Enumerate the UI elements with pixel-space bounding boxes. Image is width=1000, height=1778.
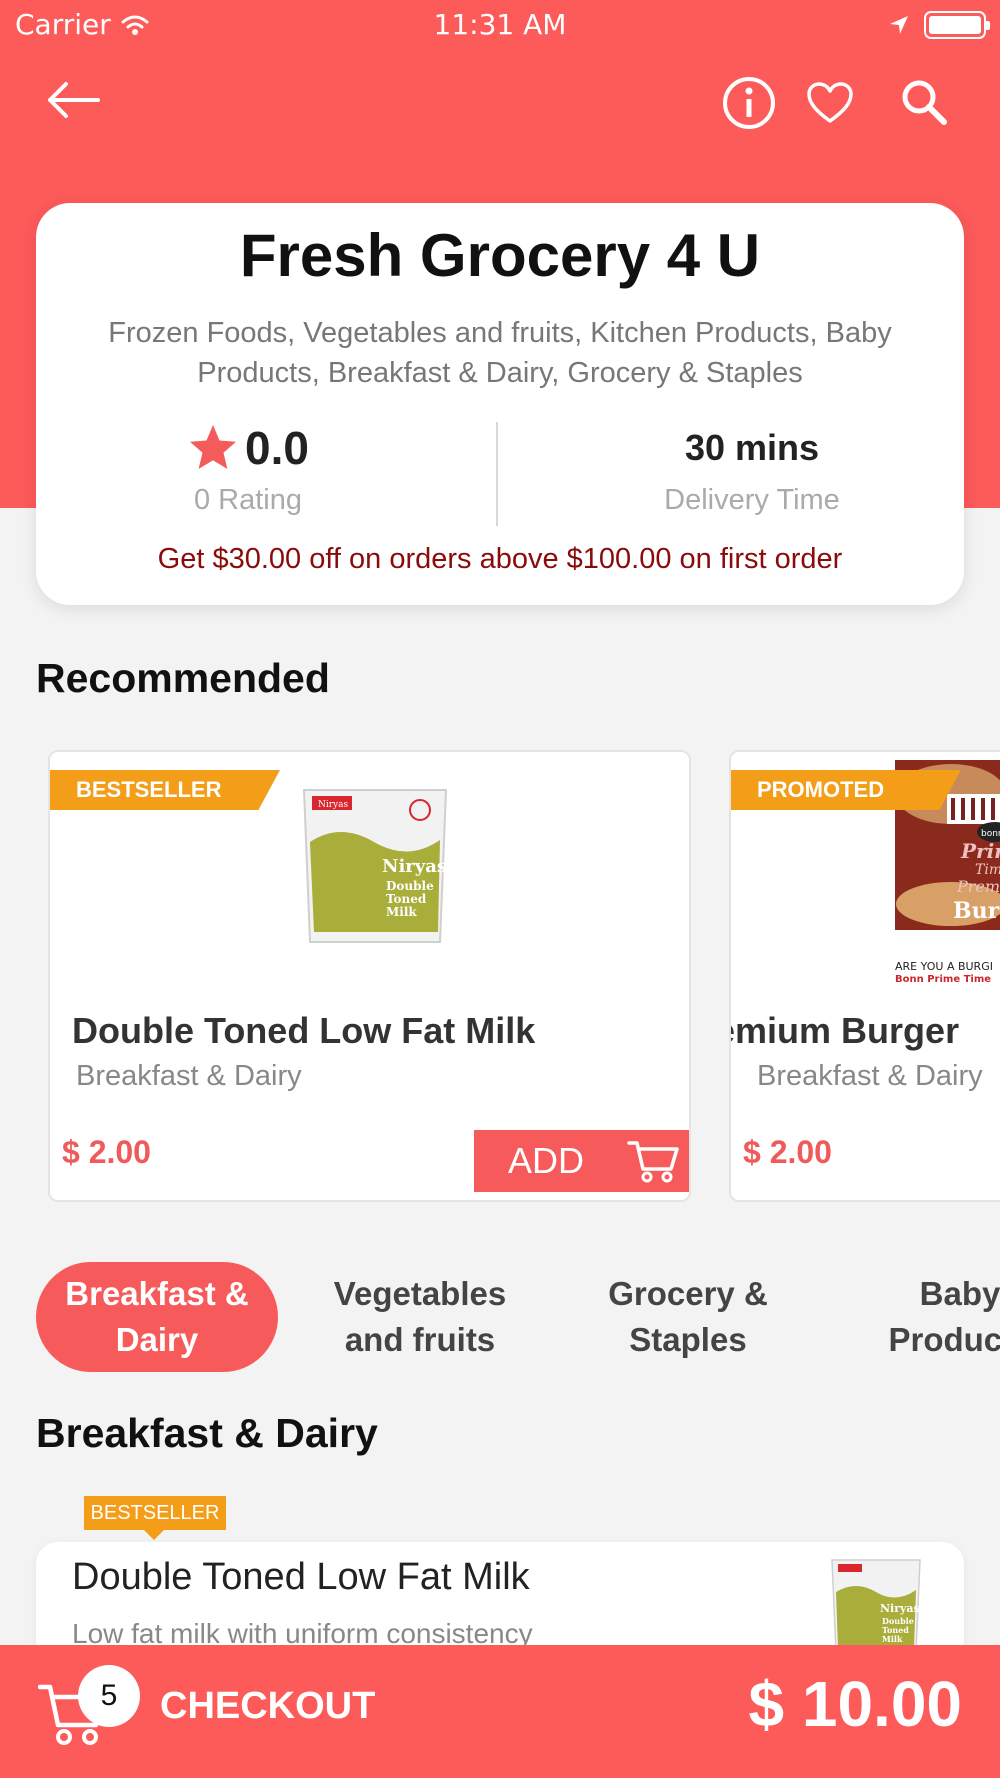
tab-label-line1: Vegetables bbox=[333, 1275, 507, 1312]
milk-pack-brand-small: Niryas bbox=[318, 800, 349, 810]
checkout-label: CHECKOUT bbox=[160, 1685, 376, 1727]
milk-product-image: Niryas Niryas Double Toned Milk bbox=[290, 782, 460, 956]
add-button-label: ADD bbox=[508, 1140, 585, 1181]
promoted-ribbon: PROMOTED bbox=[731, 770, 961, 810]
delivery-stat: 30 mins Delivery Time bbox=[500, 418, 964, 517]
milk-pack-line1: Double bbox=[386, 879, 434, 893]
back-button[interactable] bbox=[40, 72, 106, 128]
checkout-button[interactable]: 5 CHECKOUT $ 10.00 bbox=[0, 1645, 1000, 1778]
tab-label-line2: and fruits bbox=[344, 1321, 496, 1358]
burger-pack-word2: Burge bbox=[953, 898, 1000, 924]
checkout-total: $ 10.00 bbox=[748, 1668, 962, 1740]
search-icon bbox=[902, 80, 947, 125]
search-button[interactable] bbox=[896, 74, 952, 130]
burger-pack-script1: Prime bbox=[960, 839, 1000, 863]
tab-vegetables-fruits[interactable]: Vegetables and fruits bbox=[300, 1262, 540, 1372]
bestseller-ribbon: BESTSELLER bbox=[50, 770, 280, 810]
offer-text: Get $30.00 off on orders above $100.00 o… bbox=[157, 543, 843, 575]
tab-label-line1: Breakfast & bbox=[65, 1275, 249, 1312]
location-arrow-icon bbox=[890, 16, 908, 34]
add-to-cart-button[interactable]: ADD bbox=[474, 1130, 689, 1192]
ribbon-label: BESTSELLER bbox=[76, 777, 222, 802]
tab-label-line2: Dairy bbox=[115, 1321, 199, 1358]
info-button[interactable] bbox=[720, 74, 778, 132]
milk-pack-line3: Milk bbox=[386, 905, 417, 919]
category-section-title: Breakfast & Dairy bbox=[36, 1410, 378, 1456]
tab-label-line1: Grocery & bbox=[608, 1275, 768, 1312]
cart-count-badge: 5 bbox=[78, 1665, 140, 1727]
burger-pack-script2: Time bbox=[975, 862, 1000, 878]
product-category: Breakfast & Dairy bbox=[757, 1060, 983, 1092]
recommended-product-card[interactable]: Niryas Niryas Double Toned Milk BESTSELL… bbox=[48, 750, 691, 1202]
ribbon-label: PROMOTED bbox=[757, 777, 885, 802]
back-arrow-icon bbox=[48, 82, 100, 118]
list-pack-line3: Milk bbox=[882, 1634, 903, 1644]
burger-pack-word1: Premi bbox=[956, 877, 1000, 896]
tab-label-line2: Products bbox=[888, 1321, 1000, 1358]
list-item-name: Double Toned Low Fat Milk bbox=[72, 1556, 530, 1598]
delivery-label: Delivery Time bbox=[664, 484, 840, 516]
burger-pack-brand: bonn bbox=[981, 829, 1000, 839]
product-price: $ 2.00 bbox=[743, 1134, 832, 1170]
product-name: Double Toned Low Fat Milk bbox=[72, 1010, 536, 1051]
star-icon bbox=[190, 425, 237, 469]
rating-label: 0 Rating bbox=[193, 484, 302, 516]
favorite-button[interactable] bbox=[802, 76, 858, 130]
cart-icon bbox=[627, 1141, 679, 1183]
burger-pack-tag1: ARE YOU A BURGI bbox=[895, 960, 993, 973]
battery-icon bbox=[924, 11, 990, 39]
info-icon bbox=[723, 77, 775, 129]
recommended-title: Recommended bbox=[36, 655, 330, 701]
delivery-value: 30 mins bbox=[684, 427, 820, 468]
tab-baby-products[interactable]: Baby Products bbox=[840, 1262, 1000, 1372]
status-bar: Carrier 11:31 AM bbox=[0, 0, 1000, 50]
store-categories: Frozen Foods, Vegetables and fruits, Kit… bbox=[108, 317, 892, 389]
status-time: 11:31 AM bbox=[433, 8, 567, 41]
store-name: Fresh Grocery 4 U bbox=[239, 222, 761, 289]
rating-value: 0.0 bbox=[245, 422, 309, 474]
product-category: Breakfast & Dairy bbox=[76, 1060, 302, 1092]
burger-pack-tag2: Bonn Prime Time bbox=[895, 974, 991, 984]
milk-pack-line2: Toned bbox=[386, 892, 427, 906]
bestseller-badge: BESTSELLER bbox=[84, 1496, 226, 1540]
milk-pack-brand: Niryas bbox=[382, 856, 447, 877]
recommended-product-card[interactable]: bonn Prime Time Premi Burge ARE YOU A BU… bbox=[729, 750, 1000, 1202]
stat-divider bbox=[496, 422, 498, 526]
tab-breakfast-dairy[interactable]: Breakfast & Dairy bbox=[36, 1262, 278, 1372]
list-pack-brand: Niryas bbox=[880, 1602, 920, 1615]
tab-label-line2: Staples bbox=[629, 1321, 747, 1358]
tab-label-line1: Baby bbox=[919, 1275, 1000, 1312]
product-name: Premium Burger bbox=[731, 1010, 960, 1051]
heart-icon bbox=[807, 82, 853, 123]
tab-grocery-staples[interactable]: Grocery & Staples bbox=[568, 1262, 808, 1372]
store-stats: 0.0 0 Rating 30 mins Delivery Time bbox=[36, 418, 964, 528]
store-info-card: Fresh Grocery 4 U Frozen Foods, Vegetabl… bbox=[36, 203, 964, 605]
rating-stat: 0.0 0 Rating bbox=[36, 418, 500, 517]
product-price: $ 2.00 bbox=[62, 1134, 151, 1170]
status-right bbox=[888, 11, 990, 39]
